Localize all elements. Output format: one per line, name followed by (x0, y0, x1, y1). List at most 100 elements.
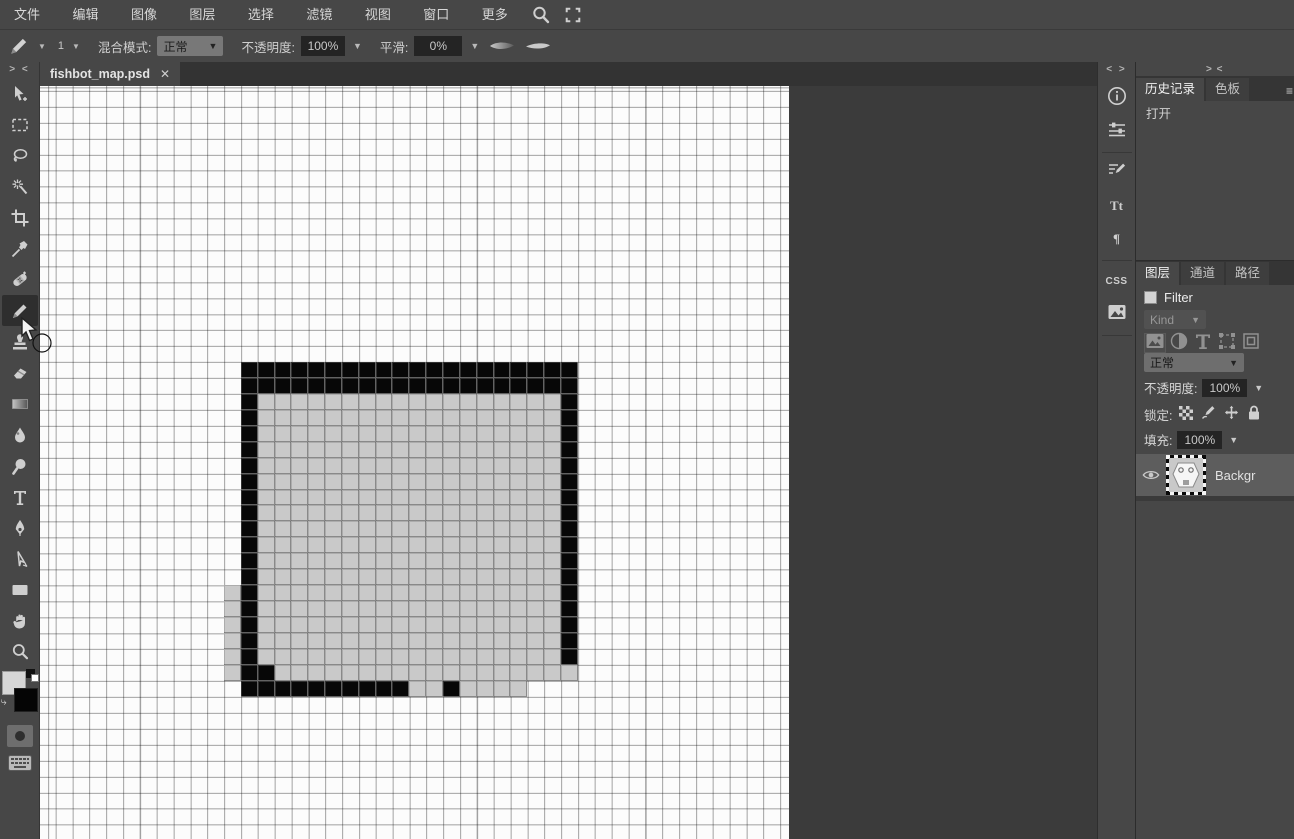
panel-tab[interactable]: 路径 (1226, 262, 1269, 285)
crop-tool[interactable] (2, 202, 38, 233)
document-tab[interactable]: fishbot_map.psd ✕ (40, 62, 180, 86)
eyedropper-tool[interactable] (2, 233, 38, 264)
panel-collapse-button[interactable]: > < (1206, 64, 1223, 75)
pencil-tool[interactable] (2, 295, 38, 326)
kind-select[interactable]: Kind ▼ (1144, 310, 1206, 329)
separator (1102, 260, 1132, 261)
menu-item[interactable]: 图层 (175, 7, 229, 22)
quick-mask-button[interactable] (7, 725, 33, 747)
lock-position-icon[interactable] (1223, 404, 1240, 424)
close-icon[interactable]: ✕ (160, 67, 170, 81)
menu-item[interactable]: 更多 (468, 7, 522, 22)
panel-tab[interactable]: 通道 (1181, 262, 1224, 285)
layer-fill-input[interactable]: 100% (1177, 431, 1222, 449)
hand-tool[interactable] (2, 605, 38, 636)
history-item[interactable]: 打开 (1136, 104, 1294, 125)
layer-opacity-input[interactable]: 100% (1202, 379, 1247, 397)
lasso-icon (10, 146, 30, 166)
dropdown-arrow-icon: ▼ (209, 41, 218, 51)
css-panel-icon[interactable]: CSS (1104, 268, 1130, 294)
canvas[interactable] (40, 86, 789, 839)
type-filter-icon (1193, 331, 1213, 356)
search-icon[interactable] (528, 2, 554, 28)
image-panel-icon[interactable] (1104, 301, 1130, 327)
path-select-tool[interactable] (2, 543, 38, 574)
lasso-tool[interactable] (2, 140, 38, 171)
layer-row[interactable]: Backgr (1136, 454, 1294, 496)
info-icon[interactable] (1104, 85, 1130, 111)
lock-transparency-icon[interactable] (1178, 405, 1194, 424)
zoom-tool[interactable] (2, 636, 38, 667)
dropdown-arrow-icon[interactable]: ▼ (353, 41, 362, 51)
pencil-tool-preview-icon[interactable]: ▼ (8, 35, 46, 57)
type-filter-icon[interactable] (1192, 333, 1214, 353)
panel-tab[interactable]: 色板 (1206, 78, 1249, 101)
dropdown-arrow-icon[interactable]: ▼ (72, 42, 80, 51)
layer-blend-mode-select[interactable]: 正常 ▼ (1144, 353, 1244, 372)
separator (1102, 152, 1132, 153)
layer-thumbnail[interactable] (1166, 455, 1206, 495)
adjustments-icon[interactable] (1104, 118, 1130, 144)
type-tool[interactable] (2, 481, 38, 512)
background-color-swatch[interactable] (14, 688, 38, 712)
smoothing-input[interactable]: 0% (414, 36, 462, 56)
pressure-opacity-icon[interactable] (525, 40, 551, 52)
menu-item[interactable]: 图像 (117, 7, 171, 22)
menu-item[interactable]: 窗口 (409, 7, 463, 22)
dropdown-arrow-icon[interactable]: ▼ (1254, 383, 1263, 393)
character-panel-icon[interactable]: Tt (1104, 193, 1130, 219)
layer-name: Backgr (1215, 468, 1267, 483)
smart-object-filter-icon[interactable] (1240, 333, 1262, 353)
gradient-tool[interactable] (2, 388, 38, 419)
keyboard-shortcuts-icon[interactable] (8, 755, 32, 776)
dropdown-arrow-icon[interactable]: ▼ (470, 41, 479, 51)
eraser-tool[interactable] (2, 357, 38, 388)
panel-menu-icon[interactable]: ≡ (1286, 84, 1293, 98)
menu-item[interactable]: 滤镜 (292, 7, 346, 22)
lock-all-icon[interactable] (1246, 404, 1262, 424)
panel-tab[interactable]: 历史记录 (1136, 78, 1204, 101)
filter-checkbox[interactable] (1144, 291, 1157, 304)
magic-wand-tool[interactable] (2, 171, 38, 202)
paragraph-panel-icon: ¶ (1113, 231, 1120, 247)
move-tool[interactable] (2, 78, 38, 109)
info-icon (1106, 85, 1128, 112)
transform-filter-icon[interactable] (1216, 333, 1238, 353)
default-colors-icon[interactable] (26, 669, 39, 682)
layer-visibility-eye-icon[interactable] (1136, 468, 1166, 482)
toolbox-collapse-button[interactable]: > < (9, 62, 29, 78)
dodge-tool[interactable] (2, 450, 38, 481)
dropdown-arrow-icon: ▼ (1229, 358, 1238, 368)
clone-stamp-tool[interactable] (2, 326, 38, 357)
swap-colors-icon[interactable]: ⤷ (1, 696, 7, 709)
shape-tool[interactable] (2, 574, 38, 605)
lock-paint-icon[interactable] (1200, 404, 1217, 424)
blend-mode-select[interactable]: 正常 ▼ (157, 36, 223, 56)
marquee-tool[interactable] (2, 109, 38, 140)
menu-item[interactable]: 文件 (0, 7, 54, 22)
dropdown-arrow-icon[interactable]: ▼ (1229, 435, 1238, 445)
workspace: fishbot_map.psd ✕ (40, 62, 1097, 839)
smoothing-label: 平滑: (380, 37, 408, 56)
opacity-input[interactable]: 100% (301, 36, 345, 56)
tool-options-bar: ▼ 1 ▼ 混合模式: 正常 ▼ 不透明度: 100% ▼ 平滑: 0% ▼ (0, 30, 1294, 62)
image-filter-icon[interactable] (1144, 333, 1166, 353)
brush-settings-icon[interactable] (1104, 160, 1130, 186)
brush-size-value[interactable]: 1 (58, 40, 64, 52)
menu-item[interactable]: 编辑 (58, 7, 112, 22)
healing-brush-tool[interactable] (2, 264, 38, 295)
panel-tab[interactable]: 图层 (1136, 262, 1179, 285)
fullscreen-icon[interactable] (560, 2, 586, 28)
crop-icon (10, 208, 30, 228)
filter-label: Filter (1164, 290, 1193, 305)
strip-collapse-button[interactable]: < > (1106, 62, 1126, 78)
blur-tool[interactable] (2, 419, 38, 450)
dropdown-arrow-icon: ▼ (1191, 315, 1200, 325)
menu-item[interactable]: 选择 (234, 7, 288, 22)
pressure-size-icon[interactable] (489, 40, 515, 52)
menu-item[interactable]: 视图 (351, 7, 405, 22)
drop-icon (10, 425, 30, 445)
adjustment-filter-icon[interactable] (1168, 333, 1190, 353)
pen-tool[interactable] (2, 512, 38, 543)
paragraph-panel-icon[interactable]: ¶ (1104, 226, 1130, 252)
